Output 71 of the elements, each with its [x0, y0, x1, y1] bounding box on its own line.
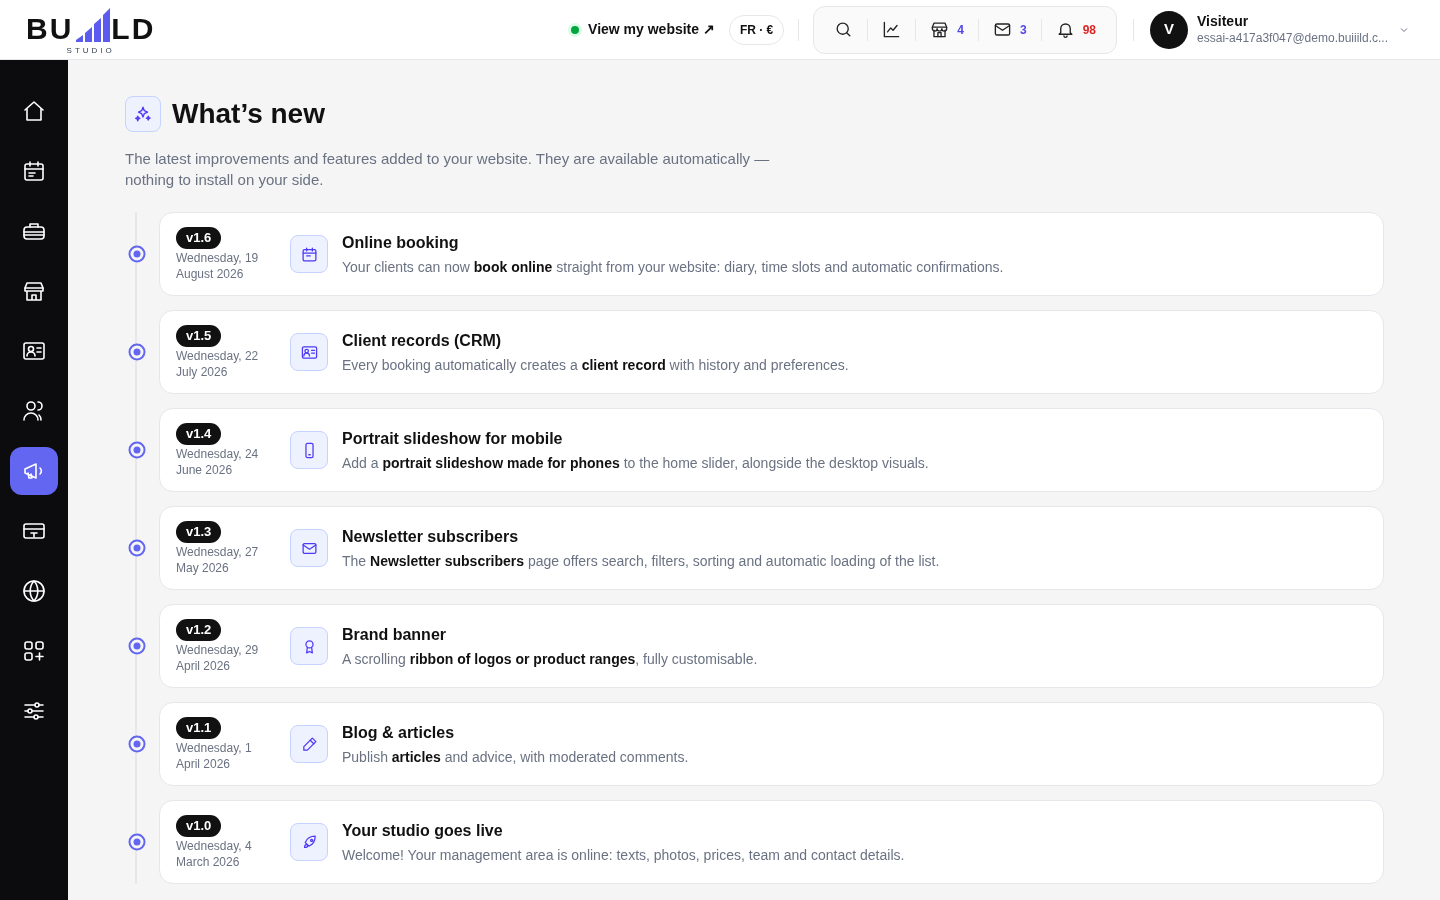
page-description: The latest improvements and features added to your website. They are available automatically — nothing to install on your side.	[125, 149, 771, 190]
release-description: Publish articles and advice, with moderated comments.	[342, 747, 689, 767]
version-badge: v1.5	[176, 324, 222, 347]
count-label: 4	[957, 21, 964, 39]
users-icon	[22, 399, 46, 423]
bars-icon	[74, 8, 111, 42]
count-label: 3	[1020, 21, 1027, 39]
release-description: Your clients can now book online straight from your website: diary, time slots and automatic confirmations.	[342, 257, 1004, 277]
release-title: Client records (CRM)	[342, 330, 503, 351]
calendar-icon	[22, 159, 46, 183]
count-label: 98	[1082, 21, 1097, 39]
version-badge: v1.1	[176, 716, 222, 739]
sparkle-icon	[125, 96, 161, 132]
release-description: Every booking automatically creates a client record with history and preferences.	[342, 355, 849, 375]
contact-card-icon	[22, 339, 46, 363]
release-title: Brand banner	[342, 624, 447, 645]
home-icon	[22, 99, 46, 123]
release-date: Wednesday, 24 June 2026	[176, 445, 260, 478]
release-description: A scrolling ribbon of logos or product ranges, fully customisable.	[342, 649, 758, 669]
timeline-dot-icon	[128, 245, 146, 263]
calendar-icon	[290, 235, 328, 273]
release-date: Wednesday, 22 July 2026	[176, 347, 260, 380]
release-title: Blog & articles	[342, 722, 456, 743]
release-description: Add a portrait slideshow made for phones to the home slider, alongside the desktop visuals.	[342, 453, 929, 473]
view-website-link[interactable]: View my website ↗	[588, 19, 715, 40]
logo-text: LD	[111, 16, 156, 42]
release-date: Wednesday, 27 May 2026	[176, 543, 260, 576]
release-title: Newsletter subscribers	[342, 526, 520, 547]
timeline-dot-icon	[128, 833, 146, 851]
rocket-icon	[290, 823, 328, 861]
version-badge: v1.6	[176, 226, 222, 249]
mail-icon	[290, 529, 328, 567]
release-title: Portrait slideshow for mobile	[342, 428, 564, 449]
timeline-dot-icon	[128, 735, 146, 753]
phone-icon	[290, 431, 328, 469]
release-date: Wednesday, 29 April 2026	[176, 641, 260, 674]
sliders-icon	[22, 699, 46, 723]
user-name: Visiteur	[1197, 13, 1250, 30]
bell-button[interactable]: 98	[1041, 11, 1111, 48]
store-icon	[22, 279, 46, 303]
sidebar-item[interactable]	[10, 447, 58, 495]
page-title: What’s new	[172, 97, 325, 131]
release-description: The Newsletter subscribers page offers search, filters, sorting and automatic loading of the list.	[342, 551, 940, 571]
apps-icon	[22, 639, 46, 663]
logo-subtitle: STUDIO	[66, 45, 115, 57]
mail-button[interactable]: 3	[979, 11, 1041, 48]
user-email: essai-a417a3f047@demo.buiiild.c...	[1197, 30, 1388, 46]
version-badge: v1.4	[176, 422, 222, 445]
release-date: Wednesday, 1 April 2026	[176, 739, 253, 772]
timeline-dot-icon	[128, 637, 146, 655]
release-title: Your studio goes live	[342, 820, 504, 841]
release-description: Welcome! Your management area is online: texts, photos, prices, team and contact details.	[342, 845, 905, 865]
logo-text: BU	[26, 16, 74, 42]
globe-icon	[22, 579, 46, 603]
release-title: Online booking	[342, 232, 460, 253]
award-icon	[290, 627, 328, 665]
shop-button[interactable]: 4	[916, 11, 978, 48]
version-badge: v1.2	[176, 618, 222, 641]
timeline-dot-icon	[128, 343, 146, 361]
contact-card-icon	[290, 333, 328, 371]
avatar[interactable]: V	[1150, 10, 1189, 49]
release-date: Wednesday, 4 March 2026	[176, 837, 253, 870]
timeline-dot-icon	[128, 539, 146, 557]
timeline-dot-icon	[128, 441, 146, 459]
pencil-icon	[290, 725, 328, 763]
version-badge: v1.3	[176, 520, 222, 543]
mail-icon	[993, 20, 1012, 39]
shop-icon	[930, 20, 950, 39]
stats-icon	[882, 20, 902, 39]
release-date: Wednesday, 19 August 2026	[176, 249, 260, 282]
version-badge: v1.0	[176, 814, 222, 837]
